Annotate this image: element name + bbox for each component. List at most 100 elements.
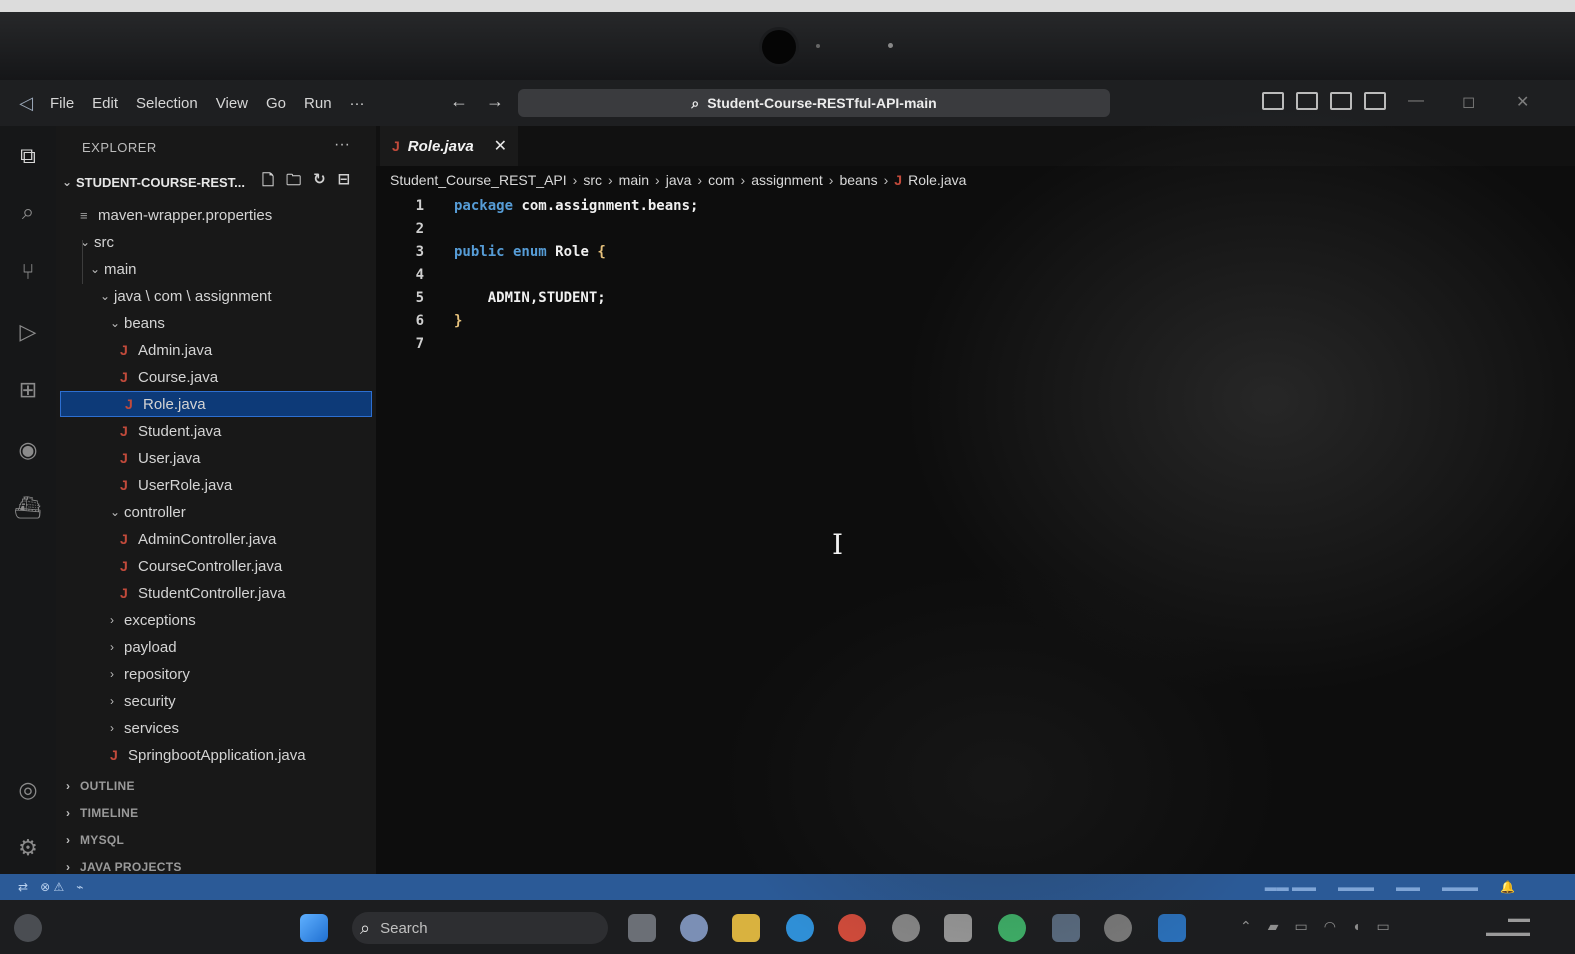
tab-role-java[interactable]: J Role.java ✕ (380, 126, 518, 166)
tree-file[interactable]: J UserRole.java (56, 472, 376, 498)
app-icon[interactable] (1104, 914, 1132, 942)
wifi-icon[interactable]: ◠ (1324, 918, 1336, 935)
breadcrumb-segment[interactable]: Student_Course_REST_API (390, 172, 567, 188)
sidebar-section-header[interactable]: › MYSQL (66, 828, 124, 852)
command-center[interactable]: ⌕ Student-Course-RESTful-API-main (518, 89, 1110, 117)
tray-app-icon[interactable]: ▰ (1268, 918, 1279, 935)
battery-icon[interactable]: ▭ (1376, 918, 1389, 935)
minimize-icon[interactable]: — (1408, 92, 1424, 110)
language-status[interactable]: ▬▬▬ (1442, 880, 1478, 894)
volume-icon[interactable]: ◖ (1352, 918, 1360, 935)
new-file-icon[interactable]: 🗋 (262, 170, 274, 195)
tree-folder[interactable]: ⌄ controller (56, 499, 376, 525)
weather-widget-icon[interactable] (14, 914, 42, 942)
clock[interactable]: ▬▬ ▬▬▬▬ (1486, 912, 1530, 940)
extensions-icon[interactable]: ⊞ (14, 376, 42, 404)
notifications-icon[interactable]: 🔔 (1500, 880, 1515, 894)
tree-file[interactable]: J Role.java (60, 391, 372, 417)
menu-item[interactable]: Selection (136, 95, 198, 112)
chrome-browser-icon[interactable] (838, 914, 866, 942)
chevron-up-icon[interactable]: ⌃ (1240, 918, 1252, 935)
code-line[interactable]: 2 (376, 217, 1575, 240)
code-line[interactable]: 5 ADMIN,STUDENT; (376, 286, 1575, 309)
search-icon[interactable]: ⌕ (14, 198, 42, 226)
task-view-icon[interactable] (628, 914, 656, 942)
new-folder-icon[interactable]: 🗀 (286, 170, 301, 195)
toggle-secondary-sidebar-icon[interactable] (1330, 92, 1352, 110)
forward-arrow-icon[interactable]: → (486, 91, 504, 112)
tree-file[interactable]: J AdminController.java (56, 526, 376, 552)
menu-item[interactable]: Edit (92, 95, 118, 112)
tree-folder[interactable]: › services (56, 715, 376, 741)
tree-file[interactable]: J User.java (56, 445, 376, 471)
breadcrumb-segment[interactable]: main (619, 172, 649, 188)
taskbar-search[interactable]: ⌕ Search (352, 912, 608, 944)
settings-gear-icon[interactable]: ⚙ (14, 834, 42, 862)
indentation-status[interactable]: ▬▬▬ (1338, 880, 1374, 894)
explorer-icon[interactable]: ⧉ (14, 142, 42, 170)
close-window-icon[interactable]: ✕ (1516, 92, 1529, 112)
tree-folder[interactable]: ⌄ java \ com \ assignment (56, 283, 376, 309)
tree-folder[interactable]: › payload (56, 634, 376, 660)
code-line[interactable]: 4 (376, 263, 1575, 286)
tree-file[interactable]: J Student.java (56, 418, 376, 444)
problems-icon[interactable]: ⊗ ⚠ (40, 880, 64, 894)
code-line[interactable]: 6} (376, 309, 1575, 332)
github-icon[interactable]: ◉ (14, 436, 42, 464)
tree-file[interactable]: ≡ maven-wrapper.properties (56, 202, 376, 228)
tree-file[interactable]: J StudentController.java (56, 580, 376, 606)
code-line[interactable]: 7 (376, 332, 1575, 355)
breadcrumb-segment[interactable]: Role.java (908, 172, 966, 188)
menu-item[interactable]: Run (304, 95, 332, 112)
restore-icon[interactable]: ◻ (1462, 92, 1475, 112)
sidebar-section-header[interactable]: › OUTLINE (66, 774, 135, 798)
tree-folder[interactable]: › exceptions (56, 607, 376, 633)
breadcrumb-segment[interactable]: assignment (751, 172, 823, 188)
menu-item[interactable]: View (216, 95, 248, 112)
edge-browser-icon[interactable] (786, 914, 814, 942)
source-control-icon[interactable]: ⑂ (14, 258, 42, 286)
code-editor[interactable]: 1 package com.assignment.beans; 2 3 public e… (376, 194, 1575, 355)
language-indicator[interactable]: ▭ (1295, 918, 1308, 935)
breadcrumb-segment[interactable]: com (708, 172, 734, 188)
code-line[interactable]: 1 package com.assignment.beans; (376, 194, 1575, 217)
run-debug-icon[interactable]: ▷ (14, 318, 42, 346)
menu-item[interactable]: ··· (350, 95, 365, 112)
refresh-icon[interactable]: ↻ (313, 170, 326, 195)
toggle-panel-icon[interactable] (1296, 92, 1318, 110)
start-button-icon[interactable] (300, 914, 328, 942)
app-icon[interactable] (944, 914, 972, 942)
breadcrumb-segment[interactable]: beans (839, 172, 877, 188)
docker-icon[interactable]: ⛴ (14, 494, 42, 522)
menu-item[interactable]: File (50, 95, 74, 112)
tree-file[interactable]: J SpringbootApplication.java (56, 742, 376, 768)
account-icon[interactable]: ◎ (14, 776, 42, 804)
chat-icon[interactable] (680, 914, 708, 942)
tree-folder[interactable]: ⌄ beans (56, 310, 376, 336)
collapse-all-icon[interactable]: ⊟ (338, 170, 351, 195)
customize-layout-icon[interactable] (1364, 92, 1386, 110)
tree-folder[interactable]: ⌄ main (56, 256, 376, 282)
cursor-position-status[interactable]: ▬▬ ▬▬ (1265, 880, 1316, 894)
breadcrumb-segment[interactable]: src (583, 172, 602, 188)
vscode-taskbar-icon[interactable] (1158, 914, 1186, 942)
tree-file[interactable]: J Admin.java (56, 337, 376, 363)
file-explorer-icon[interactable] (732, 914, 760, 942)
menu-item[interactable]: Go (266, 95, 286, 112)
tree-folder[interactable]: › security (56, 688, 376, 714)
close-tab-icon[interactable]: ✕ (494, 136, 507, 156)
explorer-more-button[interactable]: ··· (334, 136, 350, 154)
code-line[interactable]: 3 public enum Role { (376, 240, 1575, 263)
toggle-sidebar-icon[interactable] (1262, 92, 1284, 110)
breadcrumb-segment[interactable]: java (666, 172, 692, 188)
tree-file[interactable]: J CourseController.java (56, 553, 376, 579)
back-arrow-icon[interactable]: ← (450, 91, 468, 112)
ports-icon[interactable]: ⌁ (76, 880, 83, 894)
sidebar-section-header[interactable]: › TIMELINE (66, 801, 138, 825)
remote-icon[interactable]: ⇄ (18, 880, 28, 894)
encoding-status[interactable]: ▬▬ (1396, 880, 1420, 894)
app-icon[interactable] (1052, 914, 1080, 942)
whatsapp-icon[interactable] (998, 914, 1026, 942)
tree-file[interactable]: J Course.java (56, 364, 376, 390)
app-icon[interactable] (892, 914, 920, 942)
